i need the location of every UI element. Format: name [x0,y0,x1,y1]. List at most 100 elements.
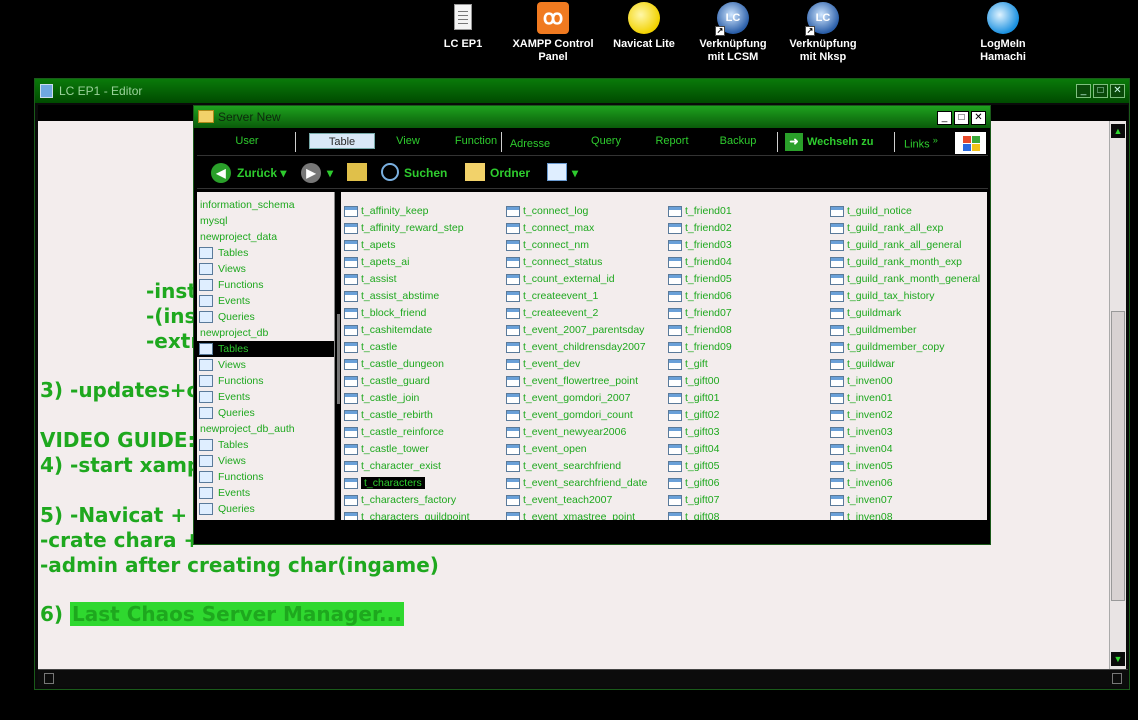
tree-item[interactable]: information_schema [197,197,334,213]
menu-adresse[interactable]: Adresse [505,136,555,152]
table-item[interactable]: t_connect_nm [506,237,589,254]
menu-table[interactable]: Table [309,133,375,149]
tree-item[interactable]: newproject_db [197,325,334,341]
tree-item[interactable]: Queries [197,501,334,517]
table-item[interactable]: t_connect_status [506,254,602,271]
table-item[interactable]: t_inven03 [830,424,893,441]
scroll-down-icon[interactable]: ▼ [1111,652,1125,666]
table-item[interactable]: t_affinity_keep [344,203,429,220]
maximize-button[interactable]: □ [954,111,969,125]
table-item[interactable]: t_guild_rank_month_exp [830,254,962,271]
desktop-icon-xampp[interactable]: ꝏ XAMPP Control Panel [508,2,598,64]
table-item[interactable]: t_gift00 [668,373,719,390]
tree-item[interactable]: Views [197,357,334,373]
tree-item[interactable]: newproject_data [197,229,334,245]
tree-item[interactable]: Tables [197,245,334,261]
table-item[interactable]: t_inven01 [830,390,893,407]
view-mode-button[interactable]: ▾ [547,163,578,183]
tree-item[interactable]: Functions [197,373,334,389]
table-item[interactable]: t_friend07 [668,305,732,322]
tree-item[interactable]: newproject_db_auth [197,421,334,437]
table-item[interactable]: t_event_teach2007 [506,492,612,509]
table-item[interactable]: t_inven07 [830,492,893,509]
tree-item[interactable]: Events [197,389,334,405]
table-item[interactable]: t_characters_factory [344,492,456,509]
table-item[interactable]: t_castle_dungeon [344,356,444,373]
table-item[interactable]: t_apets_ai [344,254,409,271]
scroll-up-icon[interactable]: ▲ [1111,124,1125,138]
table-item[interactable]: t_guildmember [830,322,916,339]
table-item[interactable]: t_castle_reinforce [344,424,444,441]
table-item[interactable]: t_createevent_2 [506,305,598,322]
go-button[interactable]: ➜ Wechseln zu [785,133,873,151]
desktop-icon-hamachi[interactable]: LogMeIn Hamachi [958,2,1048,64]
menu-report[interactable]: Report [647,133,697,149]
table-item[interactable]: t_affinity_reward_step [344,220,464,237]
table-item[interactable]: t_guildmark [830,305,901,322]
table-item[interactable]: t_friend05 [668,271,732,288]
table-item[interactable]: t_guild_rank_all_general [830,237,961,254]
tree-item[interactable]: Queries [197,309,334,325]
table-item[interactable]: t_friend03 [668,237,732,254]
table-item[interactable]: t_guildwar [830,356,895,373]
search-button[interactable]: Suchen [381,163,447,183]
table-item[interactable]: t_event_flowertree_point [506,373,638,390]
up-folder-button[interactable] [347,163,372,183]
table-item[interactable]: t_inven06 [830,475,893,492]
editor-title-bar[interactable]: LC EP1 - Editor _ □ ✕ [35,79,1129,103]
table-item[interactable]: t_friend09 [668,339,732,356]
tree-item[interactable]: mysql [197,213,334,229]
desktop-icon-lc-ep1[interactable]: LC EP1 [418,2,508,51]
links-button[interactable]: Links » [904,135,938,151]
tree-item[interactable]: Functions [197,469,334,485]
table-item[interactable]: t_gift06 [668,475,719,492]
view-dropdown-icon[interactable]: ▾ [572,166,578,180]
table-item[interactable]: t_castle_guard [344,373,430,390]
table-item[interactable]: t_characters_guildpoint [344,509,470,520]
back-dropdown-icon[interactable]: ▾ [280,166,286,180]
table-item[interactable]: t_gift08 [668,509,719,520]
tree-item[interactable]: Queries [197,405,334,421]
desktop-icon-nksp[interactable]: LC ↗ Verknüpfung mit Nksp [778,2,868,64]
table-item[interactable]: t_event_newyear2006 [506,424,626,441]
table-item[interactable]: t_friend06 [668,288,732,305]
table-item[interactable]: t_count_external_id [506,271,615,288]
table-item[interactable]: t_inven00 [830,373,893,390]
table-item[interactable]: t_guild_rank_all_exp [830,220,943,237]
tree-item[interactable]: Events [197,293,334,309]
table-item[interactable]: t_castle_rebirth [344,407,433,424]
table-item[interactable]: t_guild_tax_history [830,288,935,305]
tree-item[interactable]: Functions [197,277,334,293]
menu-function[interactable]: Function [451,133,501,149]
table-item[interactable]: t_assist_abstime [344,288,439,305]
table-item[interactable]: t_event_2007_parentsday [506,322,644,339]
table-item[interactable]: t_connect_max [506,220,594,237]
close-button[interactable]: ✕ [1110,84,1125,98]
table-item[interactable]: t_cashitemdate [344,322,432,339]
table-item[interactable]: t_friend08 [668,322,732,339]
table-item[interactable]: t_inven08 [830,509,893,520]
tree-item[interactable]: Tables [197,341,334,357]
table-item[interactable]: t_event_open [506,441,587,458]
forward-dropdown-icon[interactable]: ▾ [327,166,333,180]
table-item[interactable]: t_gift [668,356,708,373]
table-item[interactable]: t_friend04 [668,254,732,271]
desktop-icon-navicat[interactable]: Navicat Lite [599,2,689,51]
table-item[interactable]: t_connect_log [506,203,588,220]
table-item[interactable]: t_guildmember_copy [830,339,944,356]
table-item[interactable]: t_inven04 [830,441,893,458]
tree-item[interactable]: Tables [197,437,334,453]
table-item[interactable]: t_castle_join [344,390,419,407]
desktop-icon-lcsm[interactable]: LC ↗ Verknüpfung mit LCSM [688,2,778,64]
scroll-thumb[interactable] [1111,311,1125,601]
table-item[interactable]: t_event_dev [506,356,580,373]
server-title-bar[interactable]: Server New _ □ ✕ [194,106,990,128]
table-item[interactable]: t_gift04 [668,441,719,458]
table-item[interactable]: t_guild_rank_month_general [830,271,980,288]
table-item[interactable]: t_gift01 [668,390,719,407]
table-item[interactable]: t_characters [344,475,425,492]
table-item[interactable]: t_friend01 [668,203,732,220]
table-item[interactable]: t_gift07 [668,492,719,509]
table-item[interactable]: t_block_friend [344,305,426,322]
editor-vertical-scrollbar[interactable]: ▲ ▼ [1109,121,1126,669]
